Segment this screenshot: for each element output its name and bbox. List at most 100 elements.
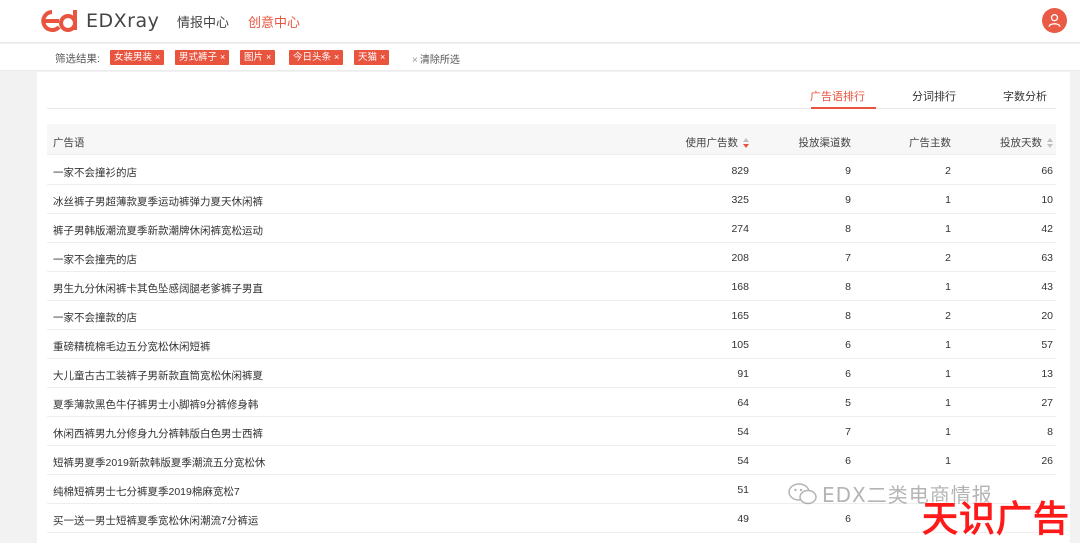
channel-count-cell: 8	[845, 223, 851, 235]
column-header-days[interactable]: 投放天数	[1000, 135, 1053, 150]
chip-close-icon[interactable]: ×	[380, 52, 385, 62]
ad-count-cell: 274	[731, 223, 749, 235]
column-label: 使用广告数	[685, 137, 739, 149]
table-row[interactable]: 一家不会撞款的店 165 8 2 20	[47, 301, 1056, 330]
tabs-divider	[47, 108, 1056, 109]
advertiser-count-cell: 1	[945, 223, 951, 235]
advertiser-count-cell: 1	[945, 281, 951, 293]
table-row[interactable]: 大儿童古古工装裤子男新款直筒宽松休闲裤夏 91 6 1 13	[47, 359, 1056, 388]
advertiser-count-cell: 2	[945, 165, 951, 177]
filter-chip[interactable]: 女装男装 ×	[110, 50, 165, 65]
slogan-cell: 裤子男韩版潮流夏季新款潮牌休闲裤宽松运动	[53, 225, 263, 237]
tab-slogan-ranking[interactable]: 广告语排行	[810, 88, 865, 104]
days-cell: 43	[1041, 281, 1053, 293]
chip-label: 天猫	[358, 52, 378, 63]
column-label: 投放天数	[1000, 137, 1042, 149]
chip-close-icon[interactable]: ×	[334, 52, 339, 62]
clear-label: 清除所选	[419, 55, 460, 66]
ad-count-cell: 54	[737, 426, 749, 438]
channel-count-cell: 5	[845, 397, 851, 409]
slogan-cell: 大儿童古古工装裤子男新款直筒宽松休闲裤夏	[53, 370, 263, 382]
sort-icon[interactable]	[1047, 138, 1053, 149]
table-row[interactable]: 一家不会撞壳的店 208 7 2 63	[47, 243, 1056, 272]
filter-chip[interactable]: 天猫 ×	[354, 50, 390, 65]
ad-count-cell: 49	[737, 513, 749, 525]
slogan-cell: 重磅精梳棉毛边五分宽松休闲短裤	[53, 341, 211, 353]
ad-count-cell: 51	[737, 484, 749, 496]
days-cell: 20	[1041, 310, 1053, 322]
advertiser-count-cell: 1	[945, 397, 951, 409]
advertiser-count-cell: 1	[945, 455, 951, 467]
clear-filters-button[interactable]: × 清除所选	[412, 51, 460, 66]
advertiser-count-cell: 1	[945, 368, 951, 380]
slogan-cell: 一家不会撞衫的店	[53, 167, 137, 179]
slogan-cell: 短裤男夏季2019新款韩版夏季潮流五分宽松休	[53, 457, 266, 469]
channel-count-cell: 8	[845, 310, 851, 322]
table-row[interactable]: 休闲西裤男九分修身九分裤韩版白色男士西裤 54 7 1 8	[47, 417, 1056, 446]
ad-count-cell: 208	[731, 252, 749, 264]
logo[interactable]: EDXray	[38, 8, 159, 34]
chip-label: 女装男装	[114, 52, 153, 63]
table-row[interactable]: 买一送一男士短裤夏季宽松休闲潮流7分裤运 49 6	[47, 504, 1056, 533]
user-icon	[1048, 14, 1061, 27]
wechat-icon	[788, 482, 817, 504]
table-row[interactable]: 重磅精梳棉毛边五分宽松休闲短裤 105 6 1 57	[47, 330, 1056, 359]
channel-count-cell: 6	[845, 368, 851, 380]
ad-count-cell: 54	[737, 455, 749, 467]
slogan-cell: 男生九分休闲裤卡其色坠感阔腿老爹裤子男直	[53, 283, 263, 295]
days-cell: 66	[1041, 165, 1053, 177]
tab-word-ranking[interactable]: 分词排行	[912, 88, 956, 104]
tab-length-analysis[interactable]: 字数分析	[1003, 88, 1047, 104]
column-header-ad-count[interactable]: 使用广告数	[685, 135, 749, 150]
channel-count-cell: 9	[845, 194, 851, 206]
table-body: 一家不会撞衫的店 829 9 2 66 冰丝裤子男超薄款夏季运动裤弹力夏天休闲裤 325 9…	[47, 156, 1056, 533]
slogan-cell: 一家不会撞壳的店	[53, 254, 137, 266]
ad-count-cell: 829	[731, 165, 749, 177]
channel-count-cell: 7	[845, 426, 851, 438]
slogan-cell: 一家不会撞款的店	[53, 312, 137, 324]
channel-count-cell: 8	[845, 281, 851, 293]
slogan-cell: 夏季薄款黑色牛仔裤男士小脚裤9分裤修身韩	[53, 399, 259, 411]
table-row[interactable]: 男生九分休闲裤卡其色坠感阔腿老爹裤子男直 168 8 1 43	[47, 272, 1056, 301]
filter-chip[interactable]: 图片 ×	[240, 50, 276, 65]
clear-icon: ×	[412, 55, 418, 66]
user-avatar[interactable]	[1042, 8, 1067, 33]
filter-chip[interactable]: 今日头条 ×	[289, 50, 344, 65]
chip-label: 今日头条	[293, 52, 332, 63]
advertiser-count-cell: 1	[945, 339, 951, 351]
ad-count-cell: 91	[737, 368, 749, 380]
chip-label: 男式裤子	[179, 52, 218, 63]
filter-label: 筛选结果:	[55, 53, 100, 65]
ad-count-cell: 165	[731, 310, 749, 322]
days-cell: 57	[1041, 339, 1053, 351]
nav-creative-center[interactable]: 创意中心	[248, 12, 300, 31]
table-row[interactable]: 冰丝裤子男超薄款夏季运动裤弹力夏天休闲裤 325 9 1 10	[47, 185, 1056, 214]
channel-count-cell: 7	[845, 252, 851, 264]
slogan-cell: 休闲西裤男九分修身九分裤韩版白色男士西裤	[53, 428, 263, 440]
chip-close-icon[interactable]: ×	[266, 52, 271, 62]
sort-icon[interactable]	[743, 138, 749, 149]
days-cell: 13	[1041, 368, 1053, 380]
days-cell: 10	[1041, 194, 1053, 206]
table-row[interactable]: 裤子男韩版潮流夏季新款潮牌休闲裤宽松运动 274 8 1 42	[47, 214, 1056, 243]
nav-intel-center[interactable]: 情报中心	[177, 12, 229, 31]
column-header-advertiser-count: 广告主数	[909, 137, 951, 149]
chip-close-icon[interactable]: ×	[155, 52, 160, 62]
channel-count-cell: 6	[845, 455, 851, 467]
advertiser-count-cell: 2	[945, 310, 951, 322]
table-header: 广告语 使用广告数 投放渠道数 广告主数 投放天数	[47, 124, 1056, 155]
column-header-channel-count: 投放渠道数	[798, 137, 852, 149]
table-row[interactable]: 短裤男夏季2019新款韩版夏季潮流五分宽松休 54 6 1 26	[47, 446, 1056, 475]
table-row[interactable]: 夏季薄款黑色牛仔裤男士小脚裤9分裤修身韩 64 5 1 27	[47, 388, 1056, 417]
days-cell: 26	[1041, 455, 1053, 467]
ranking-card: 广告语排行 分词排行 字数分析 广告语 使用广告数 投放渠道数 广告主数 投放天…	[37, 72, 1070, 543]
channel-count-cell: 9	[845, 165, 851, 177]
advertiser-count-cell: 1	[945, 426, 951, 438]
active-tab-indicator	[811, 107, 876, 109]
table-row[interactable]: 一家不会撞衫的店 829 9 2 66	[47, 156, 1056, 185]
days-cell: 42	[1041, 223, 1053, 235]
ad-count-cell: 105	[731, 339, 749, 351]
slogan-cell: 冰丝裤子男超薄款夏季运动裤弹力夏天休闲裤	[53, 196, 263, 208]
chip-close-icon[interactable]: ×	[220, 52, 225, 62]
filter-chip[interactable]: 男式裤子 ×	[175, 50, 230, 65]
